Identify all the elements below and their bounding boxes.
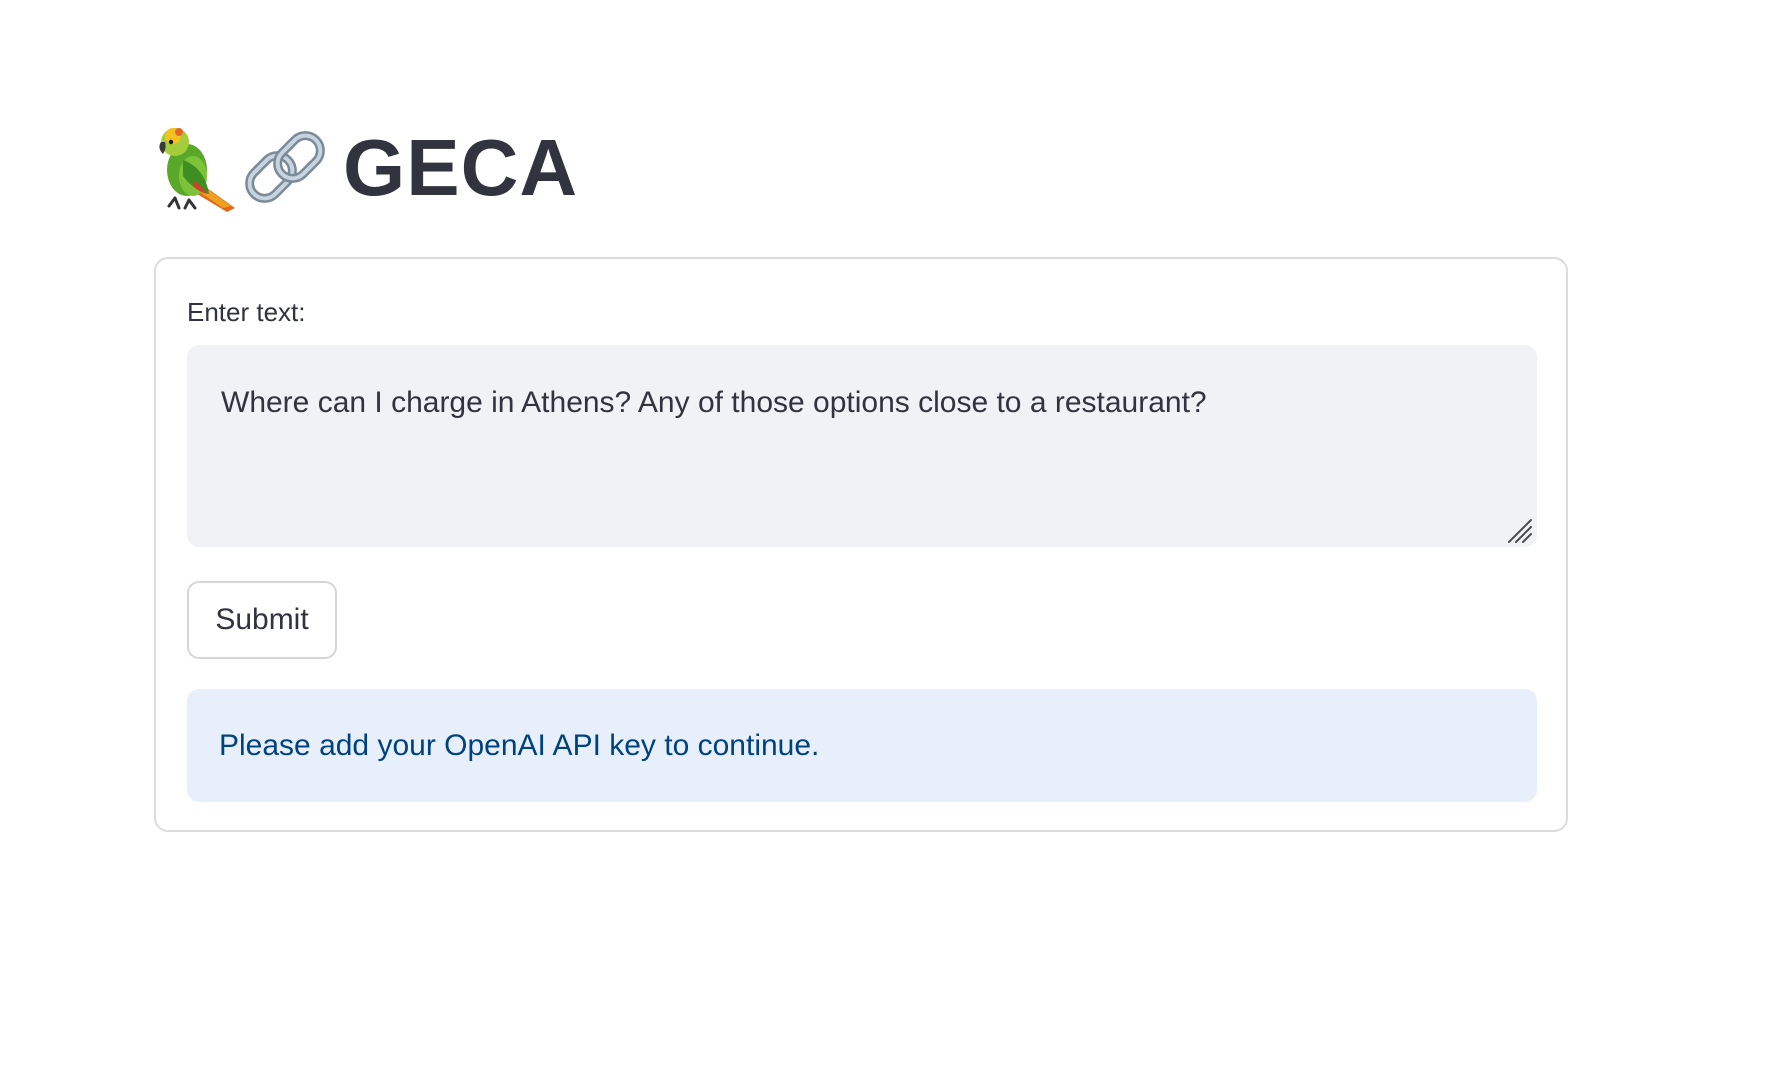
app-page: GECA Enter text: Where can I charge in A…	[0, 0, 1766, 1070]
link-icon	[241, 120, 329, 216]
input-form: Enter text: Where can I charge in Athens…	[154, 257, 1568, 832]
resize-handle-icon[interactable]	[1505, 515, 1533, 543]
submit-button[interactable]: Submit	[187, 581, 337, 659]
parrot-icon	[153, 120, 241, 216]
info-alert: Please add your OpenAI API key to contin…	[187, 689, 1537, 802]
text-input-value[interactable]: Where can I charge in Athens? Any of tho…	[221, 386, 1207, 419]
info-alert-message: Please add your OpenAI API key to contin…	[219, 728, 820, 762]
page-title: GECA	[343, 123, 579, 212]
text-input-area[interactable]: Where can I charge in Athens? Any of tho…	[187, 345, 1537, 547]
text-input-label: Enter text:	[187, 297, 306, 327]
page-header: GECA	[153, 118, 578, 218]
